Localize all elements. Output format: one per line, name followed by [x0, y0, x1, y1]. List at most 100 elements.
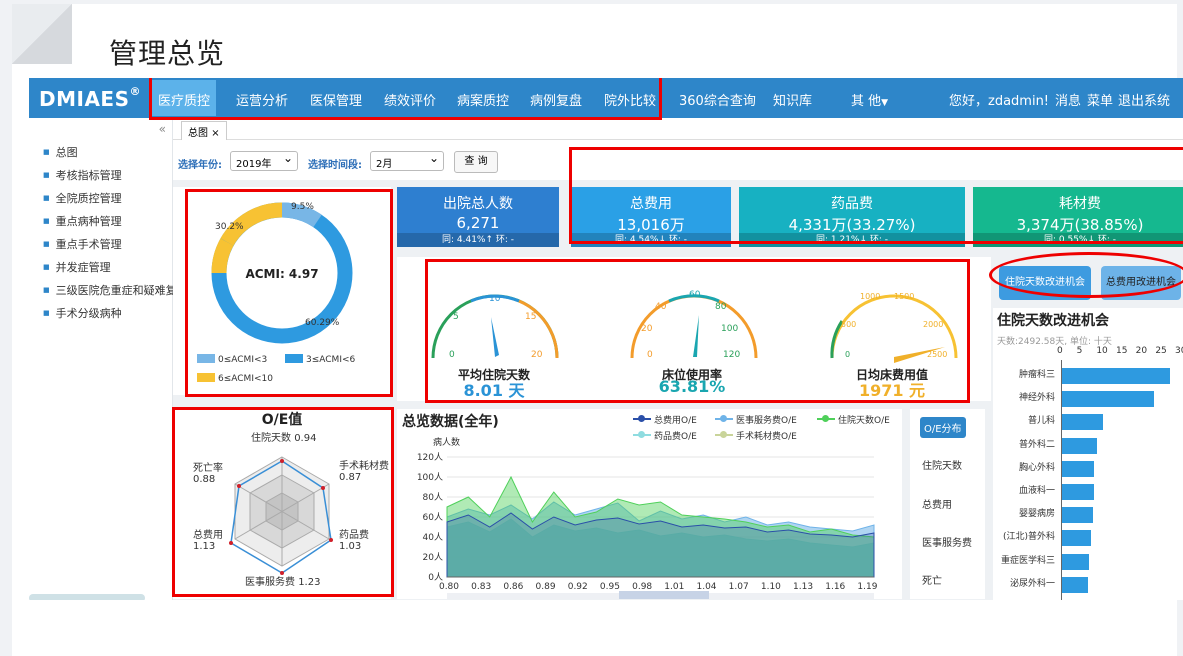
improve-bar[interactable]: [1062, 437, 1097, 454]
gauge-tick: 1000: [860, 292, 880, 301]
gauge-tick: 0: [647, 350, 653, 360]
improve-bar[interactable]: [1062, 553, 1089, 570]
sidebar-item-indicators[interactable]: 考核指标管理: [43, 167, 177, 190]
improve-tick: 25: [1155, 346, 1167, 356]
nav-item-knowledge[interactable]: 知识库: [773, 90, 812, 109]
improve-bar[interactable]: [1062, 576, 1088, 593]
collapse-icon[interactable]: «: [159, 122, 166, 136]
oe-menu-death[interactable]: 死亡: [922, 572, 942, 587]
stay-improve-button[interactable]: 住院天数改进机会: [999, 266, 1091, 300]
nav-item-external-compare[interactable]: 院外比较: [604, 90, 656, 109]
overview-ylabel: 病人数: [433, 436, 460, 448]
gauge-tick: 5: [453, 312, 459, 322]
improve-bar[interactable]: [1062, 484, 1095, 500]
sidebar-item-surgery-grade[interactable]: 手术分级病种: [43, 305, 177, 328]
messages-link[interactable]: 消息: [1055, 90, 1081, 109]
stay-improve-panel: 住院天数改进机会 天数:2492.58天, 单位: 十天 0 5 10 15 20 25 3…: [993, 308, 1183, 600]
gauge-tick: 60: [689, 290, 701, 300]
x-tick-label: 1.04: [696, 582, 716, 592]
donut-label-2: 30.2%: [215, 222, 244, 232]
gauge-tick: 0: [449, 350, 455, 360]
sidebar-item-critical-case[interactable]: 三级医院危重症和疑难复: [43, 282, 177, 305]
page-fold-decoration: [12, 4, 72, 64]
main-content: 总图 × 选择年份: 2019年 选择时间段: 2月 查 询 ACMI: 4.9…: [173, 118, 1183, 600]
kpi-footer: 同: 1.21%↓ 环: -: [739, 233, 965, 247]
y-tick-label: 80人: [423, 492, 443, 503]
nav-item-insurance[interactable]: 医保管理: [310, 90, 362, 109]
improve-bar-label: 肿瘤科三: [1018, 370, 1055, 380]
nav-item-performance[interactable]: 绩效评价: [384, 90, 436, 109]
year-label: 选择年份:: [178, 160, 222, 171]
nav-item-quality[interactable]: 医疗质控: [152, 80, 217, 116]
kpi-title: 耗材费: [1059, 196, 1101, 212]
y-tick-label: 120人: [417, 452, 443, 463]
improve-bar[interactable]: [1062, 530, 1092, 547]
cost-improve-button[interactable]: 总费用改进机会: [1101, 266, 1181, 300]
improve-tick: 20: [1135, 346, 1148, 356]
overview-area-chart: 病人数0人20人40人60人80人100人120人0.80 0.83 0.86 0.8…: [417, 436, 878, 599]
improve-bar[interactable]: [1062, 391, 1155, 408]
y-tick-label: 40人: [423, 532, 443, 543]
sidebar-item-key-disease[interactable]: 重点病种管理: [43, 213, 177, 236]
kpi-footer: 同: 0.55%↓ 环: -: [973, 233, 1183, 247]
nav-item-other[interactable]: 其 他▼: [851, 90, 888, 109]
radar-axis-death: 死亡率 0.88: [193, 463, 223, 485]
sidebar-item-hospital-qc[interactable]: 全院质控管理: [43, 190, 177, 213]
overview-card: 总览数据(全年) 总费用O/E 医事服务费O/E 住院天数O/E 药品费O/E 手术耗材…: [397, 409, 902, 599]
x-tick-label: 1.01: [664, 582, 684, 592]
nav-item-case-review[interactable]: 病例复盘: [530, 90, 582, 109]
greeting: 您好，zdadmin!: [949, 94, 1050, 109]
logo: DMIAES®: [39, 85, 141, 111]
x-tick-label: 1.10: [761, 582, 781, 592]
gauge-tick: 120: [723, 350, 740, 360]
caret-down-icon: ▼: [881, 98, 889, 108]
logout-link[interactable]: 退出系统: [1118, 90, 1170, 109]
top-nav: DMIAES® 医疗质控 运营分析 医保管理 绩效评价 病案质控 病例复盘 院外…: [29, 78, 1183, 118]
gauge-daily-bed-cost: 0 500 1000 1500 2000 2500: [830, 292, 958, 363]
legend-item-2: 6≤ACMI<10: [197, 373, 273, 384]
oe-side-menu: O/E分布 住院天数 总费用 医事服务费 死亡: [910, 409, 985, 599]
gauge-tick: 100: [721, 324, 738, 334]
oe-menu-total-cost[interactable]: 总费用: [922, 496, 952, 511]
gauge-tick: 0: [845, 350, 850, 359]
donut-label-0: 9.5%: [291, 202, 314, 212]
improve-bar-label: (江北)普外科: [1002, 532, 1055, 543]
improve-bar[interactable]: [1062, 460, 1095, 477]
gauge-tick: 15: [525, 312, 536, 322]
improve-bar[interactable]: [1062, 368, 1171, 384]
oe-radar-card: O/E值 住院天数 0.94 手术耗材费 0.87 药品费 1.03 医事服务费…: [173, 409, 391, 599]
oe-dist-button[interactable]: O/E分布: [920, 417, 966, 438]
zoom-handle: [619, 591, 709, 599]
query-button[interactable]: 查 询: [454, 151, 498, 173]
improve-bar-label: 重症医学科三: [1000, 555, 1055, 566]
sidebar-scrollbar[interactable]: [29, 594, 145, 600]
improve-tick: 15: [1116, 346, 1128, 356]
improve-title: 住院天数改进机会: [997, 313, 1109, 329]
x-tick-label: 0.95: [600, 582, 620, 592]
nav-item-operation[interactable]: 运营分析: [236, 90, 288, 109]
improve-bar-label: 婴婴病房: [1018, 509, 1055, 520]
tab-overview[interactable]: 总图 ×: [181, 121, 227, 140]
nav-item-360-query[interactable]: 360综合查询: [679, 90, 756, 109]
gauge-tick: 10: [489, 294, 501, 304]
improve-bar-label: 普儿科: [1027, 416, 1055, 427]
sidebar-item-key-surgery[interactable]: 重点手术管理: [43, 236, 177, 259]
close-icon[interactable]: ×: [211, 128, 219, 139]
menu-link[interactable]: 菜单: [1087, 90, 1113, 109]
improve-bar-label: 胸心外科: [1018, 462, 1055, 473]
kpi-value: 13,016万: [617, 216, 685, 234]
improve-bar[interactable]: [1062, 414, 1104, 431]
x-tick-label: 0.98: [632, 582, 652, 592]
nav-item-record-qc[interactable]: 病案质控: [457, 90, 509, 109]
sidebar-item-overview[interactable]: 总图: [43, 144, 177, 167]
sidebar-item-complication[interactable]: 并发症管理: [43, 259, 177, 282]
x-tick-label: 1.13: [793, 582, 813, 592]
period-select[interactable]: 2月: [370, 151, 444, 171]
oe-menu-stay[interactable]: 住院天数: [922, 457, 962, 472]
improve-tick: 5: [1076, 346, 1083, 356]
oe-menu-service-fee[interactable]: 医事服务费: [922, 534, 972, 549]
year-select[interactable]: 2019年: [230, 151, 298, 171]
improve-bar[interactable]: [1062, 507, 1094, 524]
gauge-tick: 20: [531, 350, 543, 360]
legend-item-1: 3≤ACMI<6: [285, 354, 355, 365]
